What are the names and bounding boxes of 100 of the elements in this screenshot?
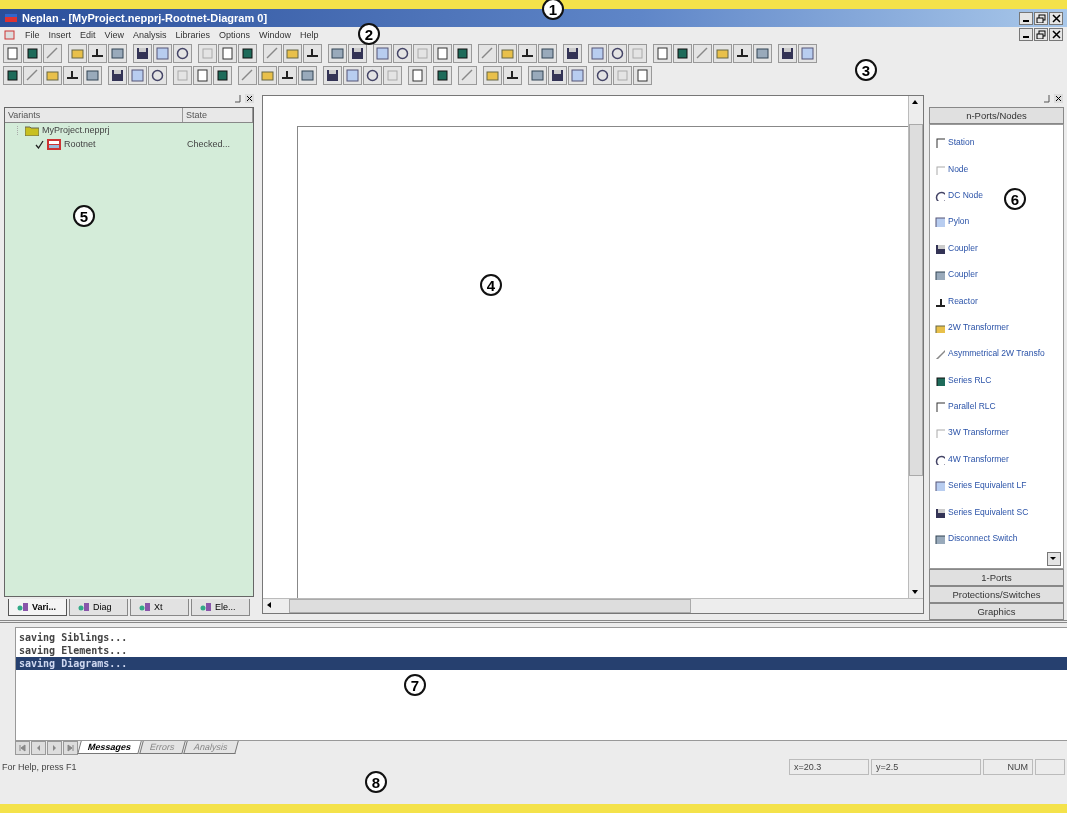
toolbar-icon (199, 45, 216, 62)
scroll-down-button[interactable] (1047, 552, 1061, 566)
toolbar-button[interactable] (433, 66, 452, 85)
symbol-item[interactable]: Parallel RLC (933, 392, 996, 420)
toolbar-button[interactable] (548, 66, 567, 85)
symbol-item[interactable]: Coupler (933, 260, 978, 288)
message-line[interactable]: saving Elements... (16, 644, 1067, 657)
state-text: Checked... (187, 139, 232, 149)
toolbar-button[interactable] (348, 44, 367, 63)
toolbar-button[interactable] (213, 66, 232, 85)
next-button[interactable] (47, 741, 62, 755)
toolbar-button[interactable] (518, 44, 537, 63)
toolbar-button[interactable] (453, 44, 472, 63)
horizontal-scrollbar[interactable] (263, 598, 923, 613)
symbol-item[interactable]: Coupler (933, 234, 978, 261)
toolbar-button[interactable] (593, 66, 612, 85)
toolbar-button[interactable] (778, 44, 797, 63)
symbol-item[interactable]: 2W Transformer (933, 313, 1009, 341)
message-line[interactable]: saving Siblings... (16, 631, 1067, 644)
toolbar-button[interactable] (23, 44, 42, 63)
symbol-item[interactable]: Node (933, 155, 969, 182)
panel-tab[interactable]: Xt (130, 599, 189, 616)
toolbar-button[interactable] (393, 44, 412, 63)
toolbar-button[interactable] (63, 66, 82, 85)
symbol-item[interactable]: 4W Transformer (933, 445, 1009, 473)
last-button[interactable] (63, 741, 78, 755)
symbol-item[interactable]: Reactor (933, 287, 978, 314)
toolbar-icon (529, 67, 546, 84)
symbol-item[interactable]: Pylon (933, 208, 970, 235)
close-icon (245, 94, 254, 103)
toolbar-icon (344, 67, 361, 84)
previous-button[interactable] (31, 741, 46, 755)
menu-item[interactable]: Window (258, 29, 291, 40)
panel-tab[interactable]: Diag (69, 599, 128, 616)
toolbar-button[interactable] (148, 66, 167, 85)
symbol-item[interactable]: Asymmetrical 2W Transfo (933, 340, 1045, 367)
message-tab[interactable]: Messages (77, 741, 142, 754)
symbol-item[interactable]: DC Node (933, 181, 983, 209)
toolbar-button[interactable] (303, 44, 322, 63)
toolbar-button[interactable] (3, 66, 22, 85)
category-button[interactable]: n-Ports/Nodes (929, 107, 1064, 124)
scroll-thumb[interactable] (909, 124, 923, 476)
panel-tab[interactable]: Ele... (191, 599, 250, 616)
toolbar-button[interactable] (323, 66, 342, 85)
toolbar-icon (549, 67, 566, 84)
toolbar-button[interactable] (503, 66, 522, 85)
restore-button[interactable] (1034, 11, 1048, 25)
close-button[interactable] (1049, 28, 1063, 41)
tab-icon (78, 602, 90, 612)
status-text: For Help, press F1 (2, 762, 77, 772)
menu-item[interactable]: Options (218, 29, 250, 40)
symbol-item[interactable]: Series Equivalent LF (933, 472, 1027, 499)
toolbar-button[interactable] (108, 66, 127, 85)
toolbar-icon (434, 67, 451, 84)
symbol-item[interactable]: Series RLC (933, 366, 992, 393)
toolbar-button[interactable] (133, 44, 152, 63)
minimize-button[interactable] (1019, 11, 1033, 25)
symbol-item[interactable]: Station (933, 129, 975, 156)
menu-item[interactable]: View (104, 29, 124, 40)
toolbar-button[interactable] (563, 44, 582, 63)
menu-item[interactable]: File (25, 29, 40, 40)
toolbar-button[interactable] (278, 66, 297, 85)
toolbar-button[interactable] (733, 44, 752, 63)
toolbar-icon (409, 67, 426, 84)
column-header[interactable]: Variants (5, 108, 183, 122)
restore-icon (1036, 13, 1046, 23)
category-button[interactable]: Graphics (929, 603, 1064, 620)
first-button[interactable] (15, 741, 30, 755)
vertical-scrollbar[interactable] (908, 96, 923, 598)
restore-button[interactable] (1034, 28, 1048, 41)
toolbar-icon (219, 45, 236, 62)
tree-item[interactable]: Rootnet (64, 139, 96, 149)
menu-item[interactable]: Libraries (175, 29, 210, 40)
toolbar-icon (24, 45, 41, 62)
toolbar-icon (84, 67, 101, 84)
toolbar-icon (799, 45, 816, 62)
toolbar-button[interactable] (608, 44, 627, 63)
toolbar-button[interactable] (363, 66, 382, 85)
toolbar-button[interactable] (88, 44, 107, 63)
panel-tab[interactable]: Vari... (8, 599, 67, 616)
column-header[interactable]: State (183, 108, 253, 122)
symbol-item[interactable]: Disconnect Switch (933, 524, 1018, 552)
category-button[interactable]: Protections/Switches (929, 586, 1064, 603)
tree-item[interactable]: MyProject.nepprj (42, 125, 110, 135)
minimize-button[interactable] (1019, 28, 1033, 41)
menu-item[interactable]: Insert (48, 29, 72, 40)
menu-item[interactable]: Analysis (132, 29, 167, 40)
menu-item[interactable]: Help (300, 29, 319, 40)
toolbar-button[interactable] (173, 44, 192, 63)
scroll-thumb[interactable] (289, 599, 691, 613)
toolbar-button[interactable] (673, 44, 692, 63)
symbol-item[interactable]: Series Equivalent SC (933, 498, 1029, 525)
symbol-item[interactable]: 3W Transformer (933, 419, 1009, 446)
toolbar-icon (154, 45, 171, 62)
menu-item[interactable]: Edit (80, 29, 96, 40)
first-icon (18, 743, 27, 753)
toolbar-icon (569, 67, 586, 84)
toolbar-button[interactable] (238, 44, 257, 63)
category-button[interactable]: 1-Ports (929, 569, 1064, 586)
close-button[interactable] (1049, 11, 1063, 25)
